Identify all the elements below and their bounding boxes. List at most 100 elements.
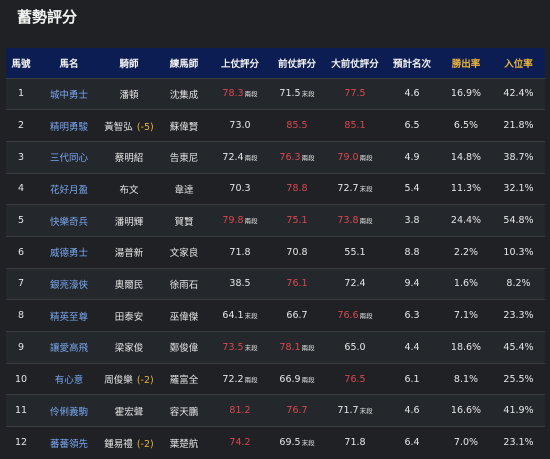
predicted-rank: 6.3	[404, 310, 420, 322]
page-title: 蓄勢評分	[17, 8, 78, 26]
table-row[interactable]: 7 銀亮濠俠 奧爾民 徐雨石 38.5 76.1 72.4 9.4 1.6% 8.2%	[6, 268, 545, 300]
prev-rating-value: 78.8	[286, 183, 308, 195]
win-rate: 1.6%	[453, 278, 479, 290]
table-row[interactable]: 3 三代同心 蔡明紹 告東尼 72.4兩段 76.3兩段 79.0兩段 4.9 14.8% 38.…	[6, 141, 545, 174]
place-rate: 54.8%	[503, 215, 534, 227]
win-rate: 8.1%	[453, 373, 479, 385]
horse-name-link[interactable]: 威德勇士	[36, 236, 102, 268]
horse-name-link[interactable]: 快樂奇兵	[36, 205, 102, 237]
place-rate: 21.8%	[503, 120, 534, 132]
table-row[interactable]: 2 精明勇駿 黃智弘 (-5) 蘇偉賢 73.0 85.5 85.1 6.5 6.5% 21.8%	[6, 109, 545, 142]
trainer-name: 葉楚航	[169, 438, 199, 450]
last-rating-value: 71.8	[229, 246, 251, 258]
table-row[interactable]: 12 蕃蕃領先 鍾易禮 (-2) 葉楚航 74.2 69.5末段 71.8 6.4 7.0% 23.…	[6, 426, 545, 459]
win-rate: 16.6%	[450, 405, 482, 417]
weight-allowance: (-5)	[136, 121, 154, 133]
horse-no: 10	[14, 373, 28, 385]
prev-rating-value: 70.8	[286, 246, 308, 258]
last-rating-value: 73.0	[229, 120, 251, 132]
last-rating-value: 78.3	[222, 88, 244, 100]
horse-name-link[interactable]: 蕃蕃領先	[36, 427, 102, 459]
prev-rating-tag: 末段	[301, 90, 315, 99]
col-header-jockey[interactable]: 騎師	[102, 48, 156, 78]
prev2-rating-value: 85.1	[344, 120, 366, 132]
jockey-label: 梁家俊	[114, 343, 144, 355]
horse-no: 8	[17, 310, 25, 322]
jockey-label: 田泰安	[114, 311, 144, 323]
last-rating-cell: 72.4兩段	[212, 141, 268, 173]
place-rate: 23.3%	[503, 310, 534, 322]
prev-rating-value: 76.3	[279, 151, 301, 163]
jockey-name: 黃智弘 (-5)	[102, 110, 156, 142]
place-rate: 8.2%	[506, 278, 531, 290]
table-row[interactable]: 8 精英至尊 田泰安 巫偉傑 64.1末段 66.7 76.6兩段 6.3 7.1% 23.3%	[6, 299, 545, 332]
table-row[interactable]: 6 威德勇士 湯普新 文家良 71.8 70.8 55.1 8.8 2.2% 10.3%	[6, 236, 545, 269]
win-rate: 18.6%	[450, 341, 482, 353]
last-rating-cell: 70.3	[212, 173, 268, 205]
table-row[interactable]: 9 讓愛高飛 梁家俊 鄭俊偉 73.5末段 78.1兩段 65.0 4.4 18.6% 45.4%	[6, 331, 545, 364]
prev-rating-tag: 兩段	[301, 375, 315, 384]
place-rate: 10.3%	[503, 246, 534, 258]
jockey-name: 布文	[102, 173, 156, 205]
last-rating-cell: 79.8兩段	[212, 205, 268, 237]
col-header-predicted-rank[interactable]: 預計名次	[384, 48, 440, 78]
prev-rating-value: 85.5	[286, 120, 308, 132]
col-header-win-rate[interactable]: 勝出率	[440, 48, 492, 78]
last-rating-tag: 兩段	[244, 90, 258, 99]
horse-name-link[interactable]: 城中勇士	[36, 78, 102, 110]
table-row[interactable]: 11 伶俐義駒 霍宏聲 容天鵬 81.2 76.7 71.7末段 4.6 16.6% 41.9%	[6, 394, 545, 427]
prev-rating-cell: 78.8	[268, 173, 326, 205]
jockey-name: 周俊樂 (-2)	[102, 363, 156, 395]
col-header-prev2-rating[interactable]: 大前仗評分	[326, 48, 384, 78]
horse-name-link[interactable]: 花好月盈	[36, 173, 102, 205]
prev2-rating-value: 71.7	[337, 405, 359, 417]
prev2-rating-value: 65.0	[344, 341, 366, 353]
jockey-label: 周俊樂	[104, 375, 133, 387]
col-header-horse[interactable]: 馬名	[36, 48, 102, 78]
horse-name-link[interactable]: 伶俐義駒	[36, 395, 102, 427]
col-header-trainer[interactable]: 練馬師	[156, 48, 212, 78]
win-rate: 16.9%	[450, 88, 482, 100]
col-header-last-rating[interactable]: 上仗評分	[212, 48, 268, 78]
prev2-rating-tag: 末段	[359, 407, 373, 416]
last-rating-tag: 兩段	[244, 153, 258, 162]
predicted-rank: 4.6	[404, 88, 420, 100]
col-header-no[interactable]: 馬號	[6, 48, 36, 78]
trainer-name: 鄭俊偉	[169, 343, 199, 355]
horse-name-link[interactable]: 三代同心	[36, 141, 102, 173]
table-row[interactable]: 1 城中勇士 潘頓 沈集成 78.3兩段 71.5末段 77.5 4.6 16.9% 42.4%	[6, 78, 545, 110]
horse-no: 3	[17, 151, 25, 163]
jockey-name: 蔡明紹	[102, 141, 156, 173]
table-row[interactable]: 5 快樂奇兵 潘明輝 賀賢 79.8兩段 75.1 73.8兩段 3.8 24.4% 54.8%	[6, 204, 545, 237]
win-rate: 7.0%	[453, 437, 479, 449]
horse-name-link[interactable]: 讓愛高飛	[36, 332, 102, 364]
trainer-name: 蘇偉賢	[169, 121, 199, 133]
last-rating-tag: 末段	[244, 312, 258, 321]
jockey-name: 霍宏聲	[102, 395, 156, 427]
prev-rating-cell: 76.3兩段	[268, 141, 326, 173]
horse-name-link[interactable]: 銀亮濠俠	[36, 268, 102, 300]
place-rate: 38.7%	[503, 151, 534, 163]
trainer-name: 羅富全	[169, 375, 199, 387]
horse-name-link[interactable]: 有心意	[36, 363, 102, 395]
weight-allowance: (-2)	[136, 438, 154, 450]
jockey-label: 布文	[119, 184, 139, 196]
prev2-rating-value: 55.1	[344, 246, 366, 258]
place-rate: 45.4%	[503, 341, 534, 353]
win-rate: 6.5%	[453, 120, 479, 132]
jockey-name: 湯普新	[102, 236, 156, 268]
horse-name-link[interactable]: 精明勇駿	[36, 110, 102, 142]
prev-rating-cell: 78.1兩段	[268, 332, 326, 364]
table-row[interactable]: 10 有心意 周俊樂 (-2) 羅富全 72.2兩段 66.9兩段 76.5 6.1 8.1% 25…	[6, 363, 545, 395]
table-header: 馬號 馬名 騎師 練馬師 上仗評分 前仗評分 大前仗評分 預計名次 勝出率 入位…	[6, 48, 545, 78]
table-row[interactable]: 4 花好月盈 布文 韋達 70.3 78.8 72.7末段 5.4 11.3% 32.1%	[6, 173, 545, 205]
last-rating-cell: 64.1末段	[212, 300, 268, 332]
last-rating-cell: 72.2兩段	[212, 363, 268, 395]
trainer-name: 巫偉傑	[169, 311, 199, 323]
horse-no: 7	[17, 278, 25, 290]
place-rate: 23.1%	[503, 437, 534, 449]
col-header-prev-rating[interactable]: 前仗評分	[268, 48, 326, 78]
prev-rating-cell: 70.8	[268, 236, 326, 268]
horse-name-link[interactable]: 精英至尊	[36, 300, 102, 332]
col-header-place-rate[interactable]: 入位率	[492, 48, 545, 78]
